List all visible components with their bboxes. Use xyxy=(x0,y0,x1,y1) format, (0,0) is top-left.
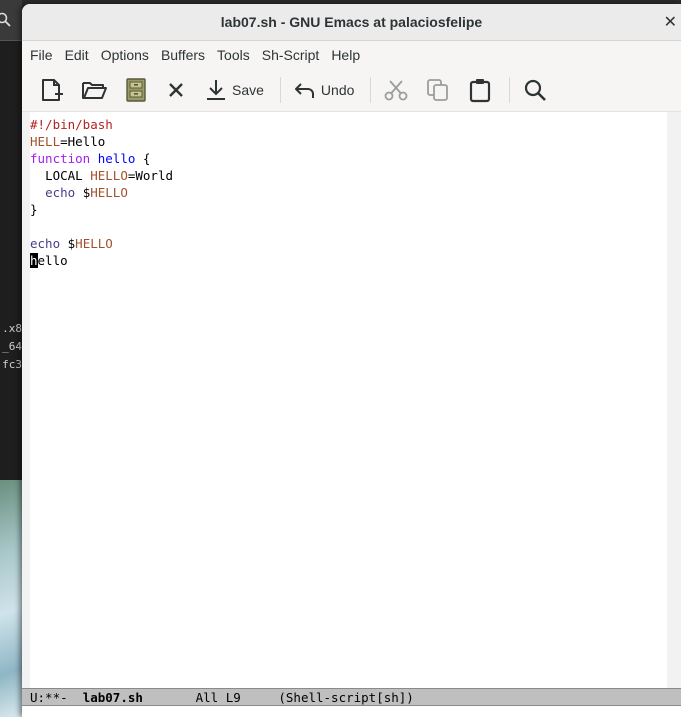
code-line: } xyxy=(30,201,173,218)
cut-button[interactable] xyxy=(377,73,415,107)
save-icon xyxy=(207,80,225,100)
copy-icon xyxy=(427,79,449,101)
variable-name: HELLO xyxy=(75,236,113,251)
title-bar[interactable]: lab07.sh - GNU Emacs at palaciosfelipe ✕ xyxy=(22,4,681,41)
code-line: LOCAL HELLO=World xyxy=(30,167,173,184)
search-icon xyxy=(0,12,12,32)
variable-name: HELL xyxy=(30,134,61,149)
emacs-window: lab07.sh - GNU Emacs at palaciosfelipe ✕… xyxy=(22,4,681,717)
search-icon xyxy=(525,79,547,101)
menu-label: File xyxy=(30,47,53,63)
paste-button[interactable] xyxy=(461,73,499,107)
search-button[interactable] xyxy=(516,73,554,107)
save-label: Save xyxy=(232,82,264,98)
undo-icon xyxy=(294,83,314,98)
code-text-span: $ xyxy=(75,185,91,200)
modeline-buffer-name[interactable]: lab07.sh xyxy=(83,690,143,705)
save-button[interactable]: Save xyxy=(198,73,270,107)
menu-buffers[interactable]: Buffers xyxy=(161,47,215,63)
menu-file[interactable]: File xyxy=(30,47,63,63)
toolbar-separator xyxy=(370,77,372,103)
undo-label: Undo xyxy=(320,82,355,98)
menu-bar: File Edit Options Buffers Tools Sh-Scrip… xyxy=(22,41,681,69)
terminal-line: fc3 xyxy=(2,358,22,371)
code-text[interactable]: #!/bin/bash HELL=Hello function hello { LO… xyxy=(30,116,173,269)
scrollbar[interactable] xyxy=(667,112,681,688)
modeline-status: U:**- xyxy=(30,690,83,705)
toolbar-separator xyxy=(509,77,511,103)
code-line: echo $HELLO xyxy=(30,235,173,252)
code-line: function hello { xyxy=(30,150,173,167)
minibuffer[interactable] xyxy=(22,706,681,717)
toolbar-separator xyxy=(279,77,281,103)
text-cursor: h xyxy=(30,253,38,268)
terminal-line: _64 xyxy=(2,340,22,353)
menu-label: Buffers xyxy=(160,47,206,63)
code-text-span: LOCAL xyxy=(45,168,91,183)
left-fringe xyxy=(22,112,30,688)
code-text-span: $ xyxy=(60,236,76,251)
mode-line[interactable]: U:**- lab07.sh All L9 (Shell-script[sh]) xyxy=(22,688,681,706)
clipboard-icon xyxy=(470,79,491,103)
code-text-span: { xyxy=(135,151,151,166)
terminal-line: .x8 xyxy=(2,322,22,335)
editor-buffer[interactable]: #!/bin/bash HELL=Hello function hello { LO… xyxy=(22,112,667,688)
new-file-icon xyxy=(42,79,63,101)
code-line: hello xyxy=(30,252,173,269)
open-file-button[interactable] xyxy=(74,73,114,107)
folder-open-icon xyxy=(82,82,107,99)
code-text-span: ello xyxy=(37,253,68,268)
menu-tools[interactable]: Tools xyxy=(217,47,260,63)
window-title: lab07.sh - GNU Emacs at palaciosfelipe xyxy=(220,14,483,30)
menu-label: Options xyxy=(100,47,149,63)
close-icon[interactable]: ✕ xyxy=(664,12,677,31)
new-file-button[interactable] xyxy=(32,73,70,107)
variable-name: HELLO xyxy=(90,185,128,200)
close-buffer-button[interactable] xyxy=(158,73,194,107)
function-name: hello xyxy=(97,151,136,166)
builtin: echo xyxy=(30,236,61,251)
desktop-wallpaper xyxy=(0,480,22,717)
keyword: function xyxy=(30,151,91,166)
background-terminal-header xyxy=(0,0,22,41)
menu-label: Sh-Script xyxy=(261,47,320,63)
builtin: echo xyxy=(45,185,76,200)
code-line: echo $HELLO xyxy=(30,184,173,201)
copy-button[interactable] xyxy=(419,73,457,107)
file-cabinet-icon xyxy=(126,78,146,102)
menu-edit[interactable]: Edit xyxy=(65,47,99,63)
open-directory-button[interactable] xyxy=(118,73,154,107)
menu-help[interactable]: Help xyxy=(331,47,370,63)
code-text-span: =World xyxy=(127,168,174,183)
menu-label: Tools xyxy=(217,47,250,63)
code-text-span: } xyxy=(30,202,38,217)
shebang-comment: #!/bin/bash xyxy=(30,117,113,132)
modeline-position: All L9 xyxy=(142,690,279,705)
menu-options[interactable]: Options xyxy=(101,47,159,63)
variable-name: HELLO xyxy=(90,168,128,183)
undo-button[interactable]: Undo xyxy=(287,73,360,107)
scissors-icon xyxy=(384,80,408,101)
menu-label: Edit xyxy=(64,47,89,63)
close-buffer-icon xyxy=(169,83,183,97)
code-text-span: =Hello xyxy=(60,134,106,149)
modeline-major-mode[interactable]: (Shell-script[sh]) xyxy=(278,690,413,705)
menu-sh-script[interactable]: Sh-Script xyxy=(262,47,330,63)
tool-bar: Save Undo xyxy=(22,69,681,112)
code-line: #!/bin/bash xyxy=(30,116,173,133)
background-terminal-text: .x8 _64 fc3 xyxy=(0,320,22,374)
code-line: HELL=Hello xyxy=(30,133,173,150)
menu-label: Help xyxy=(331,47,361,63)
